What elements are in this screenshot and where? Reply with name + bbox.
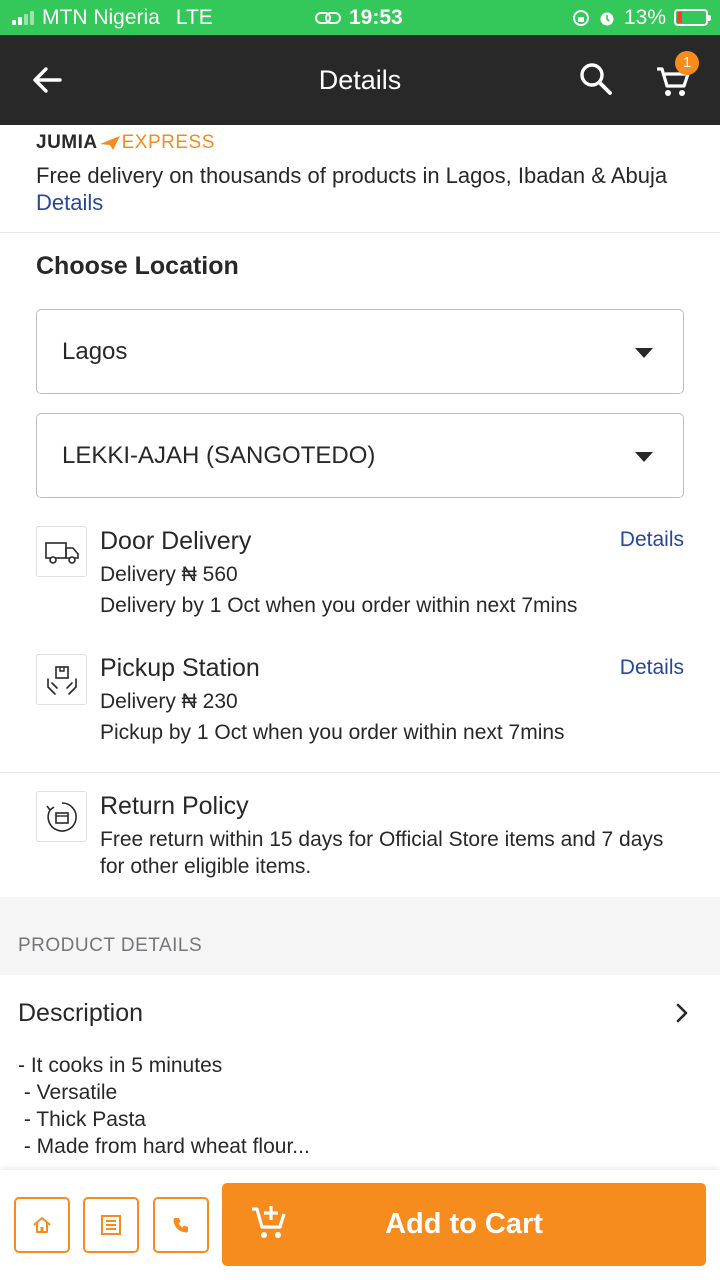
network-type: LTE	[175, 5, 213, 29]
alarm-icon	[600, 12, 614, 25]
pickup-hands-box-icon	[36, 654, 87, 705]
jumia-express-logo: JUMIA EXPRESS	[36, 132, 215, 153]
express-description: Free delivery on thousands of products i…	[36, 163, 668, 215]
state-select-value: Lagos	[62, 337, 128, 365]
dropdown-caret-icon	[635, 348, 653, 358]
orientation-lock-icon	[572, 9, 589, 26]
pickup-station-title: Pickup Station	[100, 654, 260, 682]
description-text: - It cooks in 5 minutes - Versatile - Th…	[18, 1054, 310, 1158]
call-button[interactable]	[153, 1197, 209, 1253]
cart-count-badge: 1	[675, 51, 699, 75]
description-card[interactable]: Description - It cooks in 5 minutes - Ve…	[0, 975, 720, 1175]
product-details-section-label: PRODUCT DETAILS	[18, 935, 203, 956]
chevron-right-icon[interactable]	[672, 1003, 692, 1023]
bottom-action-bar: Add to Cart	[0, 1170, 720, 1280]
list-icon	[101, 1215, 121, 1235]
pickup-station-details-link[interactable]: Details	[620, 656, 684, 680]
catalog-button[interactable]	[83, 1197, 139, 1253]
add-cart-icon	[252, 1206, 286, 1238]
state-select[interactable]: Lagos	[36, 309, 684, 394]
divider	[0, 232, 720, 233]
battery-icon	[674, 9, 711, 26]
signal-icon	[12, 10, 34, 25]
delivery-card: JUMIA EXPRESS Free delivery on thousands…	[0, 125, 720, 897]
pickup-station-eta: Pickup by 1 Oct when you order within ne…	[100, 721, 565, 744]
return-policy-title: Return Policy	[100, 792, 249, 820]
plane-icon	[99, 136, 120, 150]
area-select[interactable]: LEKKI-AJAH (SANGOTEDO)	[36, 413, 684, 498]
door-delivery-details-link[interactable]: Details	[620, 528, 684, 552]
status-bar: MTN Nigeria LTE 19:53 13%	[0, 0, 720, 35]
clock: 19:53	[349, 5, 403, 29]
description-title: Description	[18, 999, 144, 1027]
area-select-value: LEKKI-AJAH (SANGOTEDO)	[62, 441, 376, 469]
dropdown-caret-icon	[635, 452, 653, 462]
door-delivery-eta: Delivery by 1 Oct when you order within …	[100, 594, 578, 617]
express-details-link[interactable]: Details	[36, 190, 103, 215]
home-button[interactable]	[14, 1197, 70, 1253]
pickup-station-fee: Delivery ₦ 230	[100, 690, 238, 713]
link-icon	[315, 11, 341, 24]
truck-icon	[36, 526, 87, 577]
choose-location-heading: Choose Location	[36, 252, 239, 280]
home-icon	[33, 1217, 51, 1233]
search-icon[interactable]	[578, 61, 614, 97]
divider	[0, 772, 720, 773]
add-to-cart-label: Add to Cart	[385, 1208, 543, 1240]
return-policy-text: Free return within 15 days for Official …	[100, 828, 664, 878]
app-header: Details 1	[0, 35, 720, 125]
phone-icon	[173, 1218, 188, 1233]
door-delivery-title: Door Delivery	[100, 527, 252, 555]
battery-percent: 13%	[623, 5, 666, 29]
carrier-name: MTN Nigeria	[42, 5, 160, 29]
door-delivery-fee: Delivery ₦ 560	[100, 563, 238, 586]
return-policy-icon	[36, 791, 87, 842]
add-to-cart-button[interactable]: Add to Cart	[222, 1183, 706, 1266]
